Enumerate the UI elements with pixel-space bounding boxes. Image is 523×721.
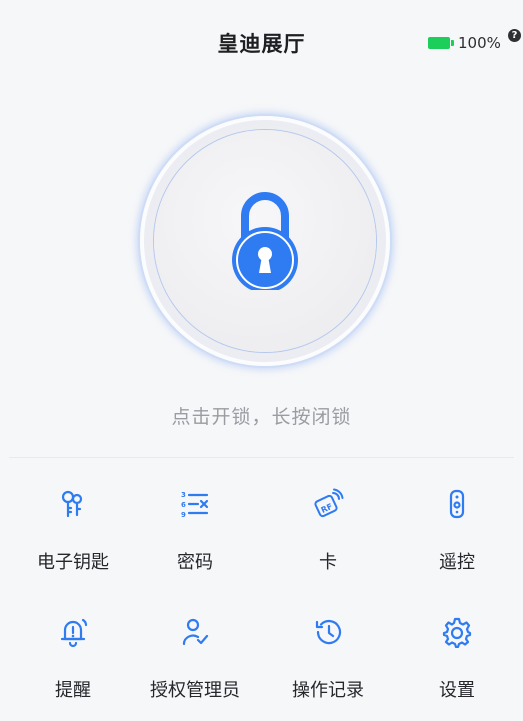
- password-list-icon: 3 6 9: [181, 491, 209, 519]
- battery-status: 100%: [428, 34, 501, 52]
- svg-text:3: 3: [181, 491, 186, 499]
- header: 皇迪展厅 100% ?: [0, 0, 523, 86]
- menu-item-electronic-key[interactable]: 电子钥匙: [8, 472, 138, 592]
- lock-hint: 点击开锁，长按闭锁: [171, 406, 352, 428]
- battery-percentage: 100%: [458, 34, 501, 52]
- menu-item-label: 密码: [177, 552, 213, 573]
- menu-item-label: 遥控: [439, 552, 475, 573]
- menu-item-label: 授权管理员: [150, 680, 240, 701]
- app-root: 皇迪展厅 100% ? 点击开锁，长按闭锁 电子钥匙 3 6 9 密码 RF 卡…: [0, 0, 523, 721]
- rf-card-icon: RF: [314, 488, 344, 518]
- menu-item-label: 设置: [439, 680, 475, 701]
- menu-item-label: 提醒: [55, 680, 91, 701]
- menu-item-card[interactable]: RF 卡: [263, 472, 393, 592]
- battery-icon: [428, 37, 454, 49]
- menu-item-remote[interactable]: 遥控: [392, 472, 522, 592]
- menu-item-authorized-admin[interactable]: 授权管理员: [130, 600, 260, 720]
- unlock-button[interactable]: [140, 116, 390, 366]
- svg-text:9: 9: [181, 511, 186, 519]
- bell-icon: [60, 618, 88, 648]
- history-icon: [315, 619, 342, 645]
- user-check-icon: [182, 618, 209, 646]
- menu-item-password[interactable]: 3 6 9 密码: [130, 472, 260, 592]
- menu-item-operation-log[interactable]: 操作记录: [263, 600, 393, 720]
- help-icon[interactable]: ?: [508, 29, 521, 42]
- lock-icon: [232, 192, 298, 290]
- remote-control-icon: [449, 489, 465, 519]
- keys-icon: [61, 490, 83, 518]
- svg-text:6: 6: [181, 501, 186, 509]
- menu-item-settings[interactable]: 设置: [392, 600, 522, 720]
- menu-item-reminder[interactable]: 提醒: [8, 600, 138, 720]
- divider: [9, 457, 514, 458]
- unlock-button-inner: [154, 130, 376, 352]
- menu-item-label: 卡: [319, 552, 337, 573]
- menu-item-label: 电子钥匙: [37, 552, 109, 573]
- gear-icon: [442, 617, 472, 648]
- menu-item-label: 操作记录: [292, 680, 364, 701]
